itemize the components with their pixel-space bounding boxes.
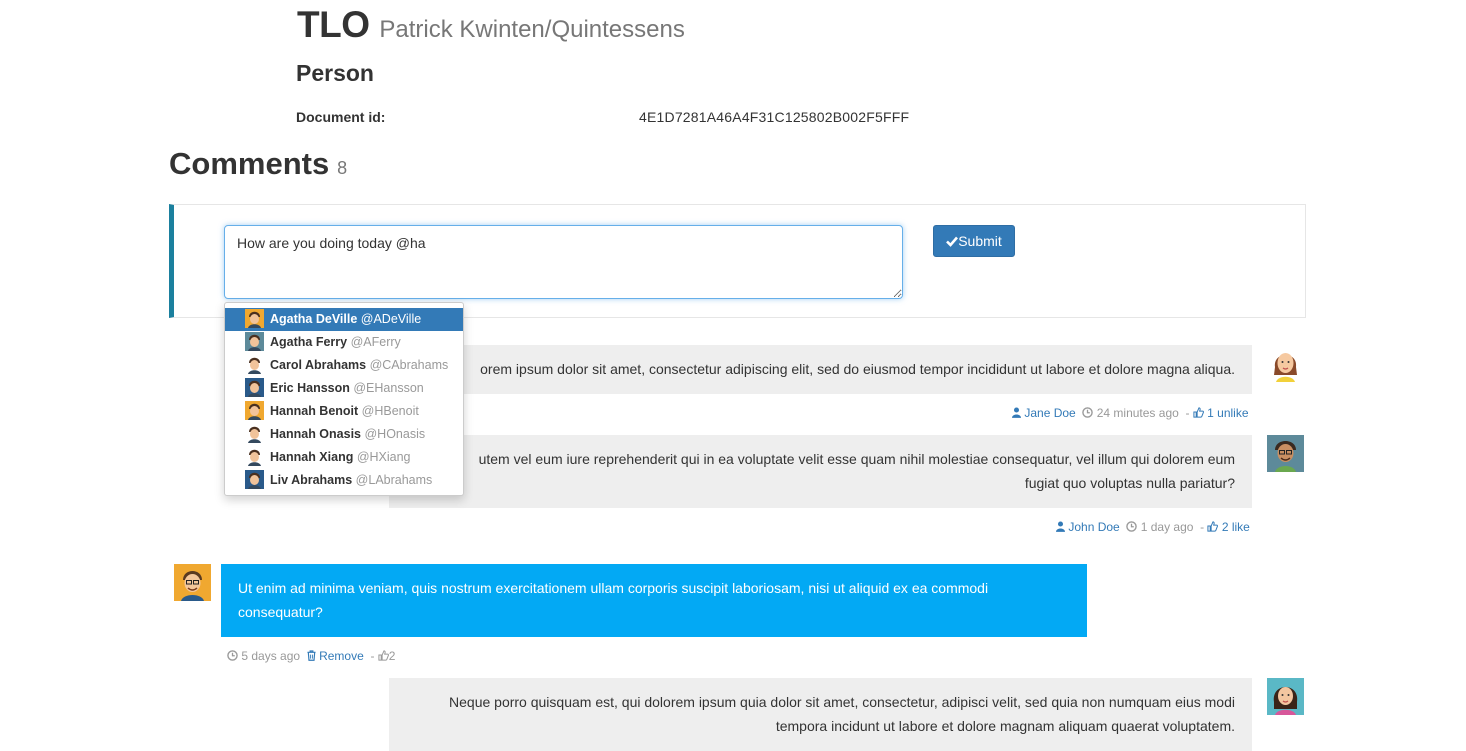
app-title: TLO xyxy=(297,4,370,45)
document-id-label: Document id: xyxy=(296,109,386,125)
mention-handle: @LAbrahams xyxy=(352,473,433,487)
clock-icon xyxy=(227,650,238,661)
submit-button[interactable]: Submit xyxy=(933,225,1015,257)
trash-icon xyxy=(307,650,316,661)
comment-bubble: orem ipsum dolor sit amet, consectetur a… xyxy=(389,345,1252,394)
comment-textarea[interactable] xyxy=(224,225,903,299)
mention-dropdown: Agatha DeVille @ADeVille Agatha Ferry @AF… xyxy=(224,302,464,496)
comments-count: 8 xyxy=(337,158,348,178)
submit-label: Submit xyxy=(958,233,1002,249)
mention-name: Hannah Onasis xyxy=(270,427,361,441)
comment-text-line: tempora incidunt ut labore et dolore mag… xyxy=(775,718,1235,734)
avatar xyxy=(174,564,211,601)
comment-text: orem ipsum dolor sit amet, consectetur a… xyxy=(480,361,1235,377)
separator: - xyxy=(1185,406,1190,420)
document-id-value: 4E1D7281A46A4F31C125802B002F5FFF xyxy=(639,109,910,125)
like-count-label: 2 like xyxy=(1221,520,1250,534)
separator: - xyxy=(1200,520,1205,534)
author-link[interactable]: John Doe xyxy=(1056,520,1120,534)
like-button[interactable]: 2 like xyxy=(1207,520,1250,534)
comment-text-line: utem vel eum iure reprehenderit qui in e… xyxy=(478,451,1235,467)
page-title: TLO Patrick Kwinten/Quintessens xyxy=(297,4,685,46)
mention-option[interactable]: Agatha Ferry @AFerry xyxy=(225,331,463,354)
mention-option[interactable]: Hannah Xiang @HXiang xyxy=(225,446,463,469)
mention-name: Agatha Ferry xyxy=(270,335,348,349)
own-comment-bubble: Ut enim ad minima veniam, quis nostrum e… xyxy=(221,564,1087,637)
avatar xyxy=(1274,353,1297,382)
mention-handle: @AFerry xyxy=(347,335,401,349)
check-icon xyxy=(946,236,959,247)
thumbs-up-icon xyxy=(378,650,389,661)
like-count: 2 xyxy=(388,649,396,663)
timestamp: 5 days ago xyxy=(241,649,301,663)
comment-text-line: fugiat quo voluptas nulla pariatur? xyxy=(1024,475,1235,491)
avatar xyxy=(1267,678,1304,715)
clock-icon xyxy=(1082,407,1093,418)
mention-option[interactable]: Agatha DeVille @ADeVille xyxy=(225,308,463,331)
avatar xyxy=(1267,435,1304,472)
mention-option[interactable]: Liv Abrahams @LAbrahams xyxy=(225,469,463,492)
mention-option[interactable]: Hannah Benoit @HBenoit xyxy=(225,400,463,423)
comment-meta: 5 days ago Remove - 2 xyxy=(227,649,395,663)
unlike-button[interactable]: 1 unlike xyxy=(1193,406,1249,420)
comment-text-line: Ut enim ad minima veniam, quis nostrum e… xyxy=(238,580,989,596)
remove-button[interactable]: Remove xyxy=(307,649,364,663)
clock-icon xyxy=(1126,521,1137,532)
like-count-label: 1 unlike xyxy=(1207,406,1249,420)
mention-name: Eric Hansson xyxy=(270,381,350,395)
comment-meta: John Doe 1 day ago - 2 like xyxy=(1056,520,1250,534)
timestamp: 24 minutes ago xyxy=(1096,406,1179,420)
mention-handle: @ADeVille xyxy=(357,312,422,326)
comment-bubble: Neque porro quisquam est, qui dolorem ip… xyxy=(389,678,1252,751)
remove-label: Remove xyxy=(319,649,364,663)
mention-handle: @CAbrahams xyxy=(366,358,449,372)
document-owner: Patrick Kwinten/Quintessens xyxy=(379,16,685,43)
avatar xyxy=(245,355,264,375)
user-icon xyxy=(1012,407,1021,418)
avatar xyxy=(245,470,264,490)
comment-text-line: consequatur? xyxy=(238,604,323,620)
avatar xyxy=(245,401,264,421)
mention-name: Hannah Benoit xyxy=(270,404,359,418)
mention-name: Hannah Xiang xyxy=(270,450,354,464)
mention-name: Carol Abrahams xyxy=(270,358,367,372)
mention-option[interactable]: Hannah Onasis @HOnasis xyxy=(225,423,463,446)
avatar xyxy=(245,447,264,467)
mention-handle: @HBenoit xyxy=(358,404,419,418)
section-heading: Person xyxy=(296,60,374,86)
comment-meta: Jane Doe 24 minutes ago - 1 unlike xyxy=(1012,406,1249,420)
comments-heading: Comments 8 xyxy=(169,146,347,182)
comments-title: Comments xyxy=(169,146,330,181)
mention-handle: @HOnasis xyxy=(361,427,426,441)
author-name: John Doe xyxy=(1068,520,1120,534)
mention-handle: @EHansson xyxy=(349,381,424,395)
thumbs-up-icon xyxy=(1207,521,1218,532)
thumbs-up-icon xyxy=(1193,407,1204,418)
mention-handle: @HXiang xyxy=(353,450,411,464)
mention-name: Agatha DeVille xyxy=(270,312,358,326)
mention-option[interactable]: Eric Hansson @EHansson xyxy=(225,377,463,400)
timestamp: 1 day ago xyxy=(1140,520,1194,534)
mention-option[interactable]: Carol Abrahams @CAbrahams xyxy=(225,354,463,377)
comment-bubble: utem vel eum iure reprehenderit qui in e… xyxy=(389,435,1252,508)
avatar xyxy=(245,424,264,444)
user-icon xyxy=(1056,521,1065,532)
comment-text-line: Neque porro quisquam est, qui dolorem ip… xyxy=(449,694,1235,710)
author-link[interactable]: Jane Doe xyxy=(1012,406,1076,420)
avatar xyxy=(245,332,264,352)
avatar xyxy=(245,309,264,329)
mention-name: Liv Abrahams xyxy=(270,473,353,487)
author-name: Jane Doe xyxy=(1024,406,1076,420)
separator: - xyxy=(370,649,375,663)
avatar xyxy=(245,378,264,398)
